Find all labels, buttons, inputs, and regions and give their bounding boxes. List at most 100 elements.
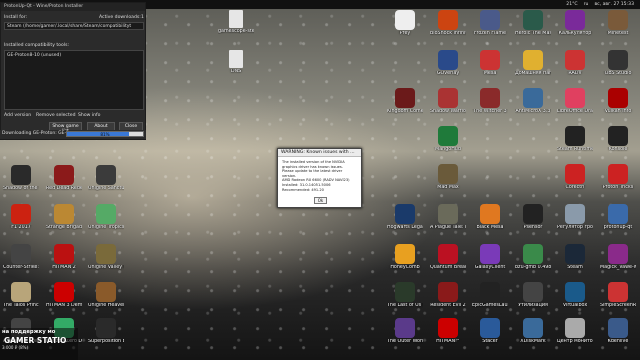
desktop-icon-label: Konsole (608, 147, 628, 152)
desktop-icon[interactable]: Stacer (472, 318, 508, 352)
app-icon (608, 318, 628, 338)
desktop-icon[interactable]: Black Mesa (472, 204, 508, 238)
desktop-icon[interactable]: The Talos Principle (3, 282, 39, 316)
desktop-icon[interactable]: Unigine Valley Benchmark (88, 244, 124, 278)
desktop-icon-label: Proton Tricks (602, 185, 634, 190)
desktop-icon[interactable]: HITMAN 2 (46, 244, 82, 278)
desktop-icon[interactable]: Heroic The Master Chief Collection (515, 10, 551, 44)
desktop-icon[interactable]: Домашняя папка (515, 50, 551, 84)
app-icon (480, 244, 500, 264)
desktop-icon[interactable]: BioShock Infinite (430, 10, 466, 44)
desktop-icon-label: Corectrl (565, 185, 585, 190)
desktop-icon[interactable]: A Plague Tale: Innocence (430, 204, 466, 238)
app-icon (438, 244, 458, 264)
desktop-icon[interactable]: EpicGamesLauncher (472, 282, 508, 316)
weather-temp[interactable]: 21°C (566, 2, 577, 7)
desktop-icon[interactable]: Kingdom Come: Deliverance (387, 88, 423, 122)
app-icon (96, 318, 116, 338)
app-icon (523, 10, 543, 30)
desktop-icon[interactable]: Psensor (515, 204, 551, 238)
desktop-icon[interactable]: Mad Max (430, 164, 466, 198)
list-item[interactable]: GE-Proton8-10 (unused) (7, 53, 141, 58)
desktop-icon[interactable]: Steam (557, 244, 593, 278)
desktop-icon[interactable]: Mesa (472, 50, 508, 84)
app-icon (96, 244, 116, 264)
desktop-icon[interactable]: Unigine Sanctuary Benchmark (88, 165, 124, 199)
add-version-button[interactable]: Add version (4, 113, 31, 118)
file-gamescope[interactable]: gamescope-steam (218, 10, 254, 44)
desktop-icon[interactable]: Unigine Heaven Benchmark (88, 282, 124, 316)
dialog-title[interactable]: WARNING: Known issues with ... (278, 149, 361, 157)
desktop-icon[interactable]: GOverlay (430, 50, 466, 84)
desktop-icon-label: HITMAN 3 Demo (46, 303, 82, 308)
show-info-button[interactable]: Show info (78, 113, 100, 118)
desktop-icon[interactable]: Hogwarts Legacy (387, 204, 423, 238)
desktop-icon[interactable]: XDiskMark (515, 318, 551, 352)
donation-banner[interactable]: на поддержку мо GAMER STATIO 3 000 ₽ (8%… (0, 328, 78, 360)
desktop-icon[interactable]: GalaxyClient (472, 244, 508, 278)
desktop-icon[interactable]: Unigine Tropics Benchmark (88, 204, 124, 238)
file-dns[interactable]: DNS (218, 50, 254, 84)
app-icon (395, 204, 415, 224)
desktop-icon[interactable]: HoneyComb (387, 244, 423, 278)
window-title[interactable]: ProtonUp-Qt - Wine/Proton Installer (1, 3, 145, 11)
desktop-icon[interactable]: The Last of Us Part I (387, 282, 423, 316)
desktop-icon-label: The Last of Us Part I (387, 303, 423, 308)
file-label: gamescope-steam (218, 29, 254, 34)
desktop-icon[interactable]: MangoHud (430, 126, 466, 160)
desktop-icon-label: GalaxyClient (474, 265, 506, 270)
desktop-icon[interactable]: Регулятор громкости PulseAudio (557, 204, 593, 238)
installed-list[interactable]: GE-Proton8-10 (unused) (4, 50, 144, 110)
desktop-icon[interactable]: Strange Brigade (46, 204, 82, 238)
desktop-icon-label: Центр мониторинга (557, 339, 593, 344)
clock[interactable]: вс, авг. 27 15:33 (594, 2, 634, 7)
desktop-icon-label: BioShock Infinite (430, 31, 466, 36)
app-icon (395, 244, 415, 264)
desktop-icon[interactable]: Steam Runtime (557, 126, 593, 160)
desktop-icon[interactable]: LibreOffice Draw (557, 88, 593, 122)
desktop-icon[interactable]: bzu-gmb 0.498-beta (515, 244, 551, 278)
remove-selected-button[interactable]: Remove selected (36, 113, 76, 118)
desktop-icon[interactable]: Red Dead Redemption 2 (46, 165, 82, 199)
desktop-icon[interactable]: AntiMicroX 3.3 (515, 88, 551, 122)
desktop-icon[interactable]: Virtualbox (557, 282, 593, 316)
desktop-icon[interactable]: Утилизация (515, 282, 551, 316)
desktop-icon-label: LibreOffice Draw (557, 109, 593, 114)
desktop-icon[interactable]: Counter-Strike: Global Offensive (3, 244, 39, 278)
desktop-icon[interactable]: Corectrl (557, 164, 593, 198)
desktop-icon[interactable]: Minetest (600, 10, 636, 44)
ok-button[interactable]: Ok (314, 197, 327, 204)
install-for-select[interactable]: Steam (/home/gamer/.local/share/Steam/co… (4, 22, 144, 30)
app-icon (438, 318, 458, 338)
app-icon (54, 165, 74, 185)
desktop-icon[interactable]: Kdenlive (600, 318, 636, 352)
desktop-icon[interactable]: Shadow Warrior 2 (430, 88, 466, 122)
desktop-icon[interactable]: Konsole (600, 126, 636, 160)
desktop-icon[interactable]: Калькулятор (557, 10, 593, 44)
desktop-icon[interactable]: RADV (557, 50, 593, 84)
desktop-icon[interactable]: Quantum Break (430, 244, 466, 278)
app-icon (608, 10, 628, 30)
desktop-icon[interactable]: Центр мониторинга (557, 318, 593, 352)
desktop-icon-label: Resident Evil 2 (430, 303, 466, 308)
desktop-icon[interactable]: Frozen Flame (472, 10, 508, 44)
desktop-icon[interactable]: Proton Tricks (600, 164, 636, 198)
desktop-icon-label: Unigine Valley Benchmark (88, 265, 124, 270)
desktop-icon[interactable]: SimpleScreenRecorder (600, 282, 636, 316)
desktop-icon[interactable]: Vulkan Info (600, 88, 636, 122)
desktop-icon-label: Virtualbox (562, 303, 588, 308)
desktop-icon[interactable]: OBS Studio (600, 50, 636, 84)
desktop-icon[interactable]: protonup-qt (600, 204, 636, 238)
desktop-icon[interactable]: Superposition Benchmark (88, 318, 124, 352)
desktop-icon[interactable]: HITMAN™ (430, 318, 466, 352)
desktop-icon[interactable]: The Outer Worlds: Spacer's (387, 318, 423, 352)
desktop-icon-label: HoneyComb (390, 265, 420, 270)
keyboard-layout[interactable]: ru (584, 2, 589, 7)
desktop-icon[interactable]: HITMAN 3 Demo (46, 282, 82, 316)
desktop-icon[interactable]: Magick_Vawe-wine (600, 244, 636, 278)
desktop-icon[interactable]: The Witcher 3 (472, 88, 508, 122)
desktop-icon[interactable]: Shadow of the Tomb Raider (3, 165, 39, 199)
desktop-icon[interactable]: F1 2017 (3, 204, 39, 238)
desktop-icon[interactable]: Resident Evil 2 (430, 282, 466, 316)
desktop-icon[interactable]: Prey (387, 10, 423, 44)
